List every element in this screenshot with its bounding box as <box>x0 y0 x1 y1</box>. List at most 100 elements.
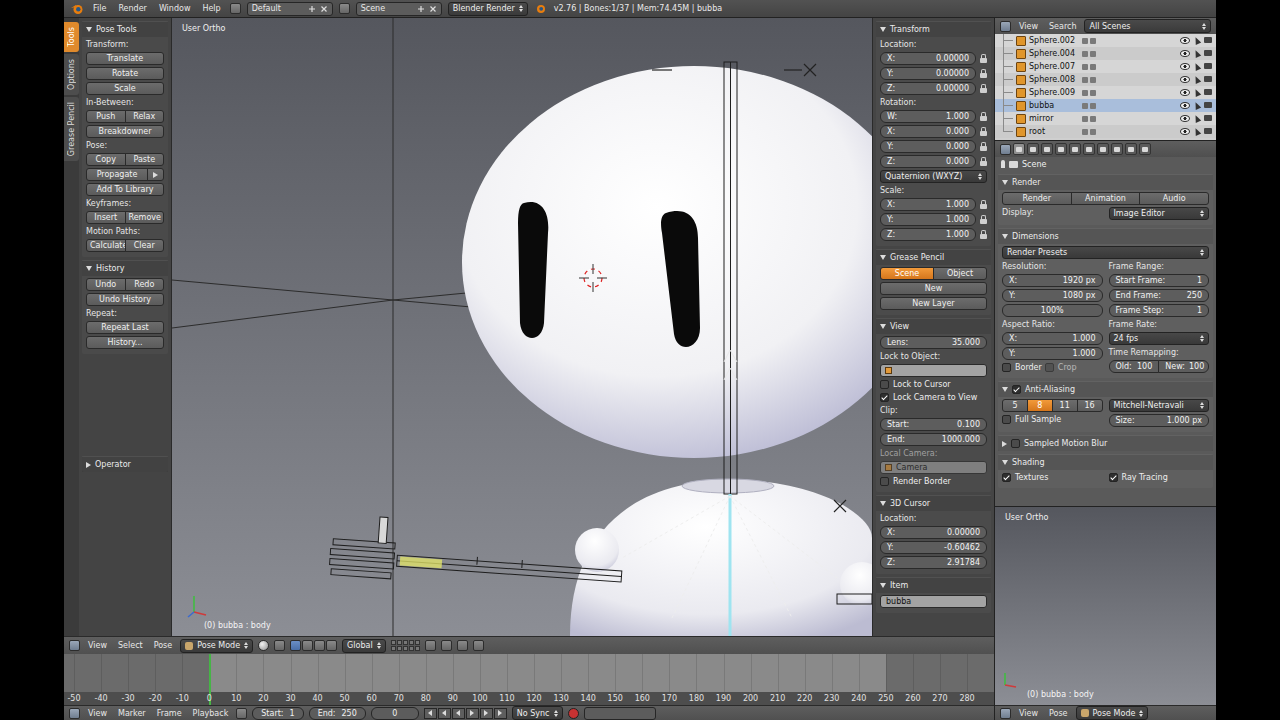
selectability-arrow-icon[interactable] <box>1193 36 1201 45</box>
screen-layout-icon[interactable] <box>230 3 241 14</box>
button[interactable]: Redo <box>125 278 165 291</box>
render-engine-dropdown[interactable]: Blender Render <box>448 2 528 16</box>
rotate-icon[interactable] <box>314 640 325 651</box>
add-icon[interactable] <box>308 5 316 13</box>
dropdown[interactable]: Quaternion (WXYZ) <box>880 170 987 183</box>
dropdown[interactable]: 24 fps <box>1109 332 1210 345</box>
panel-checkbox[interactable] <box>1012 385 1021 394</box>
properties-tab-icon[interactable] <box>1097 143 1109 155</box>
current-frame-field[interactable]: 0 <box>371 707 419 720</box>
selectability-arrow-icon[interactable] <box>1193 88 1201 97</box>
button[interactable]: Add To Library <box>86 183 164 196</box>
expanded-arrow-icon[interactable] <box>880 27 886 32</box>
expanded-arrow-icon[interactable] <box>86 27 92 32</box>
panel-header[interactable]: Shading <box>998 454 1213 470</box>
character-body[interactable] <box>570 480 872 636</box>
panel-header[interactable]: Render <box>998 174 1213 190</box>
tool-tab[interactable]: Tools <box>64 22 79 52</box>
layout-field[interactable]: Default <box>247 2 333 16</box>
mesh-data-icon[interactable] <box>1082 129 1088 135</box>
spine-bone[interactable] <box>724 62 737 494</box>
checkbox-box-icon[interactable] <box>1002 363 1011 372</box>
expanded-arrow-icon[interactable] <box>1002 460 1008 465</box>
number-field[interactable]: X:1920 px <box>1002 274 1103 287</box>
viewport-shading-icon[interactable] <box>258 640 269 651</box>
button[interactable]: Object <box>933 267 987 280</box>
header-menu[interactable]: Marker <box>115 709 149 718</box>
panel-header[interactable]: Grease Pencil <box>876 249 991 265</box>
prev-key-icon[interactable] <box>438 708 451 719</box>
keying-set-field[interactable] <box>584 707 656 720</box>
layer-toggle[interactable] <box>403 640 408 645</box>
submenu-arrow-icon[interactable] <box>147 168 164 181</box>
checkbox[interactable]: Border <box>1002 362 1042 373</box>
outliner-item[interactable]: Sphere.008 <box>995 73 1216 86</box>
number-field[interactable]: X:0.00000 <box>880 52 976 65</box>
render-camera-icon[interactable] <box>1204 76 1212 82</box>
scale-icon[interactable] <box>326 640 337 651</box>
render-camera-icon[interactable] <box>1204 115 1212 121</box>
highlighted-bone[interactable] <box>400 556 443 568</box>
mode-dropdown[interactable]: Pose Mode <box>1076 706 1149 720</box>
number-field[interactable]: Start:0.100 <box>880 418 987 431</box>
visibility-eye-icon[interactable] <box>1180 63 1190 70</box>
number-field[interactable]: X:0.00000 <box>880 526 987 539</box>
checkbox[interactable]: Lock to Cursor <box>880 379 987 390</box>
collapsed-arrow-icon[interactable] <box>86 462 91 468</box>
checkbox-box-icon[interactable] <box>880 393 889 402</box>
checkbox-box-icon[interactable] <box>1002 415 1011 424</box>
button[interactable]: Push <box>86 110 126 123</box>
arm-bones[interactable] <box>329 514 625 595</box>
menu-item[interactable]: Render <box>115 4 149 13</box>
selectability-arrow-icon[interactable] <box>1193 49 1201 58</box>
number-field[interactable]: Y:1.000 <box>1002 347 1103 360</box>
number-field[interactable]: X:0.000 <box>880 125 976 138</box>
checkbox[interactable]: Lock Camera to View <box>880 392 987 403</box>
checkbox[interactable]: Crop <box>1045 362 1077 373</box>
expanded-arrow-icon[interactable] <box>1002 387 1008 392</box>
number-field[interactable]: Y:1.000 <box>880 213 976 226</box>
properties-tab-icon[interactable] <box>1041 143 1053 155</box>
button[interactable]: Paste <box>125 153 165 166</box>
blender-logo-icon[interactable] <box>70 3 84 15</box>
tool-tab[interactable]: Options <box>64 54 79 95</box>
layer-toggle[interactable] <box>391 646 396 651</box>
menu-item[interactable]: Help <box>199 4 223 13</box>
button[interactable]: Render <box>1002 192 1072 205</box>
number-field[interactable]: Y:0.00000 <box>880 67 976 80</box>
number-field[interactable]: X:1.000 <box>880 198 976 211</box>
menu-item[interactable]: Window <box>156 4 194 13</box>
visibility-eye-icon[interactable] <box>1180 76 1190 83</box>
number-field[interactable]: Old:100 <box>1109 360 1160 373</box>
button[interactable]: Calculate <box>86 239 126 252</box>
button[interactable]: Clear <box>125 239 165 252</box>
number-field[interactable]: Y:1080 px <box>1002 289 1103 302</box>
jump-start-icon[interactable] <box>424 708 437 719</box>
properties-tab-icon[interactable] <box>1013 143 1025 155</box>
panel-header[interactable]: Operator <box>82 456 168 472</box>
visibility-eye-icon[interactable] <box>1180 50 1190 57</box>
selectability-arrow-icon[interactable] <box>1193 101 1201 110</box>
editor-type-icon[interactable] <box>1000 708 1011 719</box>
button[interactable]: New Layer <box>880 297 987 310</box>
number-field[interactable]: Size:1.000 px <box>1109 414 1210 427</box>
expanded-arrow-icon[interactable] <box>880 583 886 588</box>
3d-cursor-icon[interactable] <box>579 264 607 292</box>
mesh-data-icon[interactable] <box>1082 103 1088 109</box>
close-icon[interactable] <box>429 5 437 13</box>
character-scene[interactable] <box>172 18 872 636</box>
mesh-data-icon[interactable] <box>1082 90 1088 96</box>
paste-pose-icon[interactable] <box>457 640 468 651</box>
panel-header[interactable]: Dimensions <box>998 228 1213 244</box>
number-field[interactable]: Z:2.91784 <box>880 556 987 569</box>
modifier-icon[interactable] <box>1090 90 1096 96</box>
number-field[interactable]: Start Frame:1 <box>1109 274 1210 287</box>
dropdown[interactable]: Render Presets <box>1002 246 1209 259</box>
lock-icon[interactable] <box>979 141 987 152</box>
lock-icon[interactable] <box>979 126 987 137</box>
dropdown[interactable]: Mitchell-Netravali <box>1109 399 1210 412</box>
properties-tab-icon[interactable] <box>1027 143 1039 155</box>
header-menu[interactable]: Pose <box>151 641 176 650</box>
checkbox-box-icon[interactable] <box>880 477 889 486</box>
number-field[interactable]: New:100 <box>1158 360 1209 373</box>
